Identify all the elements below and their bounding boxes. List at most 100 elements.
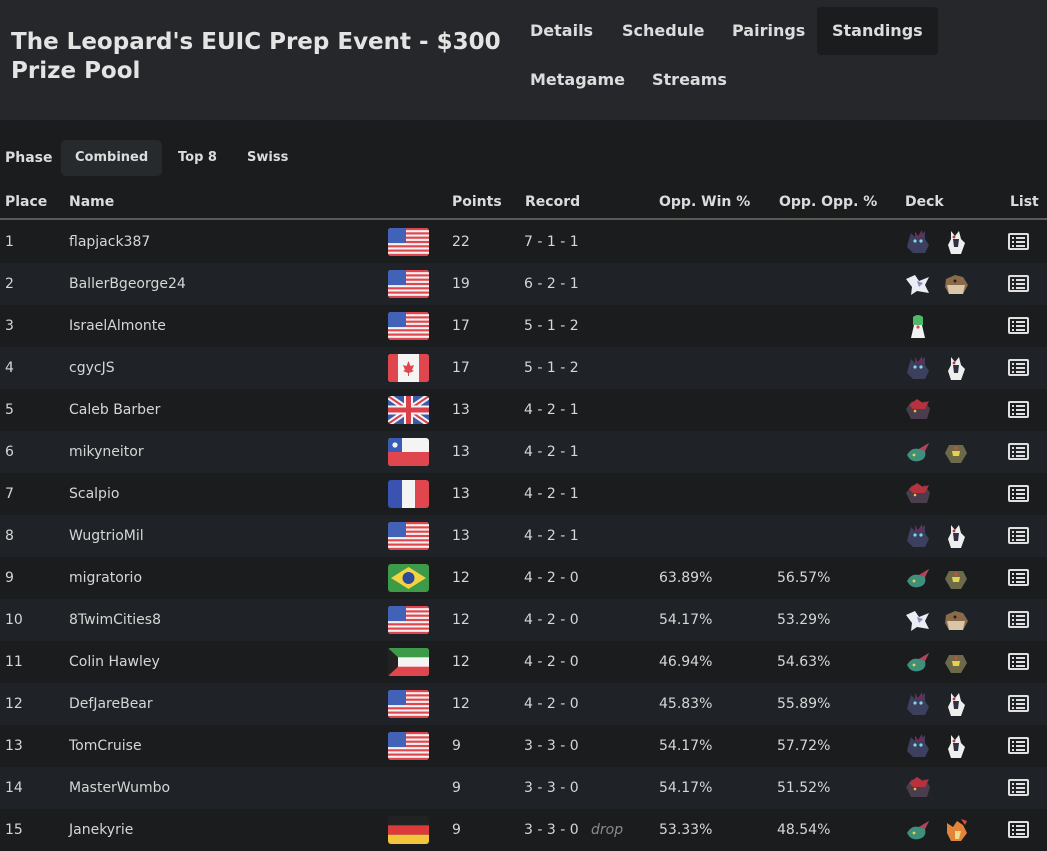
decklist-icon[interactable] xyxy=(1008,611,1029,628)
opp-win-cell: 54.17% xyxy=(659,612,713,628)
decklist-icon[interactable] xyxy=(1008,527,1029,544)
player-name-link[interactable]: MasterWumbo xyxy=(69,780,170,796)
points-cell: 13 xyxy=(452,444,470,460)
dusknoir-icon xyxy=(945,655,967,673)
player-name-link[interactable]: Caleb Barber xyxy=(69,402,160,418)
header-name[interactable]: Name xyxy=(69,194,114,210)
decklist-icon[interactable] xyxy=(1008,443,1029,460)
player-name-link[interactable]: DefJareBear xyxy=(69,696,153,712)
country-flag-us xyxy=(388,228,429,256)
decklist-icon[interactable] xyxy=(1008,737,1029,754)
decklist-icon[interactable] xyxy=(1008,485,1029,502)
player-name-link[interactable]: Scalpio xyxy=(69,486,119,502)
player-name-link[interactable]: BallerBgeorge24 xyxy=(69,276,186,292)
country-flag-ca xyxy=(388,354,429,382)
header-record[interactable]: Record xyxy=(525,194,580,210)
record-cell: 5 - 1 - 2 xyxy=(524,360,579,376)
decklist-icon[interactable] xyxy=(1008,233,1029,250)
player-name-link[interactable]: Colin Hawley xyxy=(69,654,160,670)
record-cell: 4 - 2 - 0 xyxy=(524,612,579,628)
country-flag-br xyxy=(388,564,429,592)
player-name-link[interactable]: Janekyrie xyxy=(69,822,133,838)
points-cell: 12 xyxy=(452,654,470,670)
table-row: 6 mikyneitor 13 4 - 2 - 1 xyxy=(0,431,1047,473)
phase-top8-button[interactable]: Top 8 xyxy=(164,140,231,176)
place-cell: 13 xyxy=(5,738,23,754)
header-place[interactable]: Place xyxy=(5,194,47,210)
opp-win-cell: 46.94% xyxy=(659,654,713,670)
table-row: 9 migratorio 12 4 - 2 - 0 63.89% 56.57% xyxy=(0,557,1047,599)
decklist-icon[interactable] xyxy=(1008,569,1029,586)
stoutland-icon xyxy=(945,275,968,294)
pegasus-icon xyxy=(906,275,929,295)
table-row: 4 cgycJS 17 5 - 1 - 2 xyxy=(0,347,1047,389)
header-opp-opp[interactable]: Opp. Opp. % xyxy=(779,194,877,210)
phase-combined-button[interactable]: Combined xyxy=(61,140,163,176)
table-row: 3 IsraelAlmonte 17 5 - 1 - 2 xyxy=(0,305,1047,347)
tab-details[interactable]: Details xyxy=(515,7,608,55)
dragapult-icon xyxy=(907,653,929,672)
player-name-link[interactable]: mikyneitor xyxy=(69,444,144,460)
header-points[interactable]: Points xyxy=(452,194,502,210)
table-row: 12 DefJareBear 12 4 - 2 - 0 45.83% 55.89% xyxy=(0,683,1047,725)
opp-opp-cell: 56.57% xyxy=(777,570,831,586)
tab-standings[interactable]: Standings xyxy=(817,7,938,55)
record-cell: 4 - 2 - 1 xyxy=(524,528,579,544)
country-flag-gb xyxy=(388,396,429,424)
tab-metagame[interactable]: Metagame xyxy=(515,56,640,104)
phase-swiss-button[interactable]: Swiss xyxy=(233,140,302,176)
decklist-icon[interactable] xyxy=(1008,359,1029,376)
stoutland-icon xyxy=(945,611,968,630)
hisuian-zoroark-icon xyxy=(906,483,930,503)
opp-opp-cell: 51.52% xyxy=(777,780,831,796)
opp-win-cell: 53.33% xyxy=(659,822,713,838)
place-cell: 5 xyxy=(5,402,14,418)
tab-streams[interactable]: Streams xyxy=(637,56,742,104)
table-row: 8 WugtrioMil 13 4 - 2 - 1 xyxy=(0,515,1047,557)
header-list: List xyxy=(1010,194,1039,210)
zoroark-icon xyxy=(907,524,929,547)
dragapult-icon xyxy=(907,569,929,588)
table-row: 2 BallerBgeorge24 19 6 - 2 - 1 xyxy=(0,263,1047,305)
place-cell: 4 xyxy=(5,360,14,376)
points-cell: 17 xyxy=(452,318,470,334)
opp-win-cell: 54.17% xyxy=(659,738,713,754)
table-row: 14 MasterWumbo 9 3 - 3 - 0 54.17% 51.52% xyxy=(0,767,1047,809)
player-name-link[interactable]: IsraelAlmonte xyxy=(69,318,166,334)
points-cell: 22 xyxy=(452,234,470,250)
decklist-icon[interactable] xyxy=(1008,821,1029,838)
table-row: 15 Janekyrie 9 3 - 3 - 0 drop 53.33% 48.54% xyxy=(0,809,1047,851)
player-name-link[interactable]: WugtrioMil xyxy=(69,528,144,544)
place-cell: 3 xyxy=(5,318,14,334)
zoroark-icon xyxy=(907,356,929,379)
opp-win-cell: 63.89% xyxy=(659,570,713,586)
player-name-link[interactable]: cgycJS xyxy=(69,360,115,376)
decklist-icon[interactable] xyxy=(1008,695,1029,712)
table-row: 5 Caleb Barber 13 4 - 2 - 1 xyxy=(0,389,1047,431)
player-name-link[interactable]: 8TwimCities8 xyxy=(69,612,161,628)
lycanroc-icon xyxy=(948,525,965,548)
decklist-icon[interactable] xyxy=(1008,401,1029,418)
country-flag-fr xyxy=(388,480,429,508)
dusknoir-icon xyxy=(945,445,967,463)
player-name-link[interactable]: flapjack387 xyxy=(69,234,150,250)
player-name-link[interactable]: migratorio xyxy=(69,570,142,586)
place-cell: 9 xyxy=(5,570,14,586)
record-cell: 4 - 2 - 1 xyxy=(524,486,579,502)
tab-schedule[interactable]: Schedule xyxy=(607,7,719,55)
decklist-icon[interactable] xyxy=(1008,779,1029,796)
header-opp-win[interactable]: Opp. Win % xyxy=(659,194,750,210)
decklist-icon[interactable] xyxy=(1008,275,1029,292)
points-cell: 12 xyxy=(452,696,470,712)
player-name-link[interactable]: TomCruise xyxy=(69,738,142,754)
points-cell: 12 xyxy=(452,612,470,628)
tab-pairings[interactable]: Pairings xyxy=(717,7,820,55)
header-deck[interactable]: Deck xyxy=(905,194,944,210)
lycanroc-icon xyxy=(948,693,965,716)
country-flag-us xyxy=(388,690,429,718)
decklist-icon[interactable] xyxy=(1008,317,1029,334)
points-cell: 13 xyxy=(452,402,470,418)
lycanroc-icon xyxy=(948,357,965,380)
decklist-icon[interactable] xyxy=(1008,653,1029,670)
points-cell: 13 xyxy=(452,486,470,502)
